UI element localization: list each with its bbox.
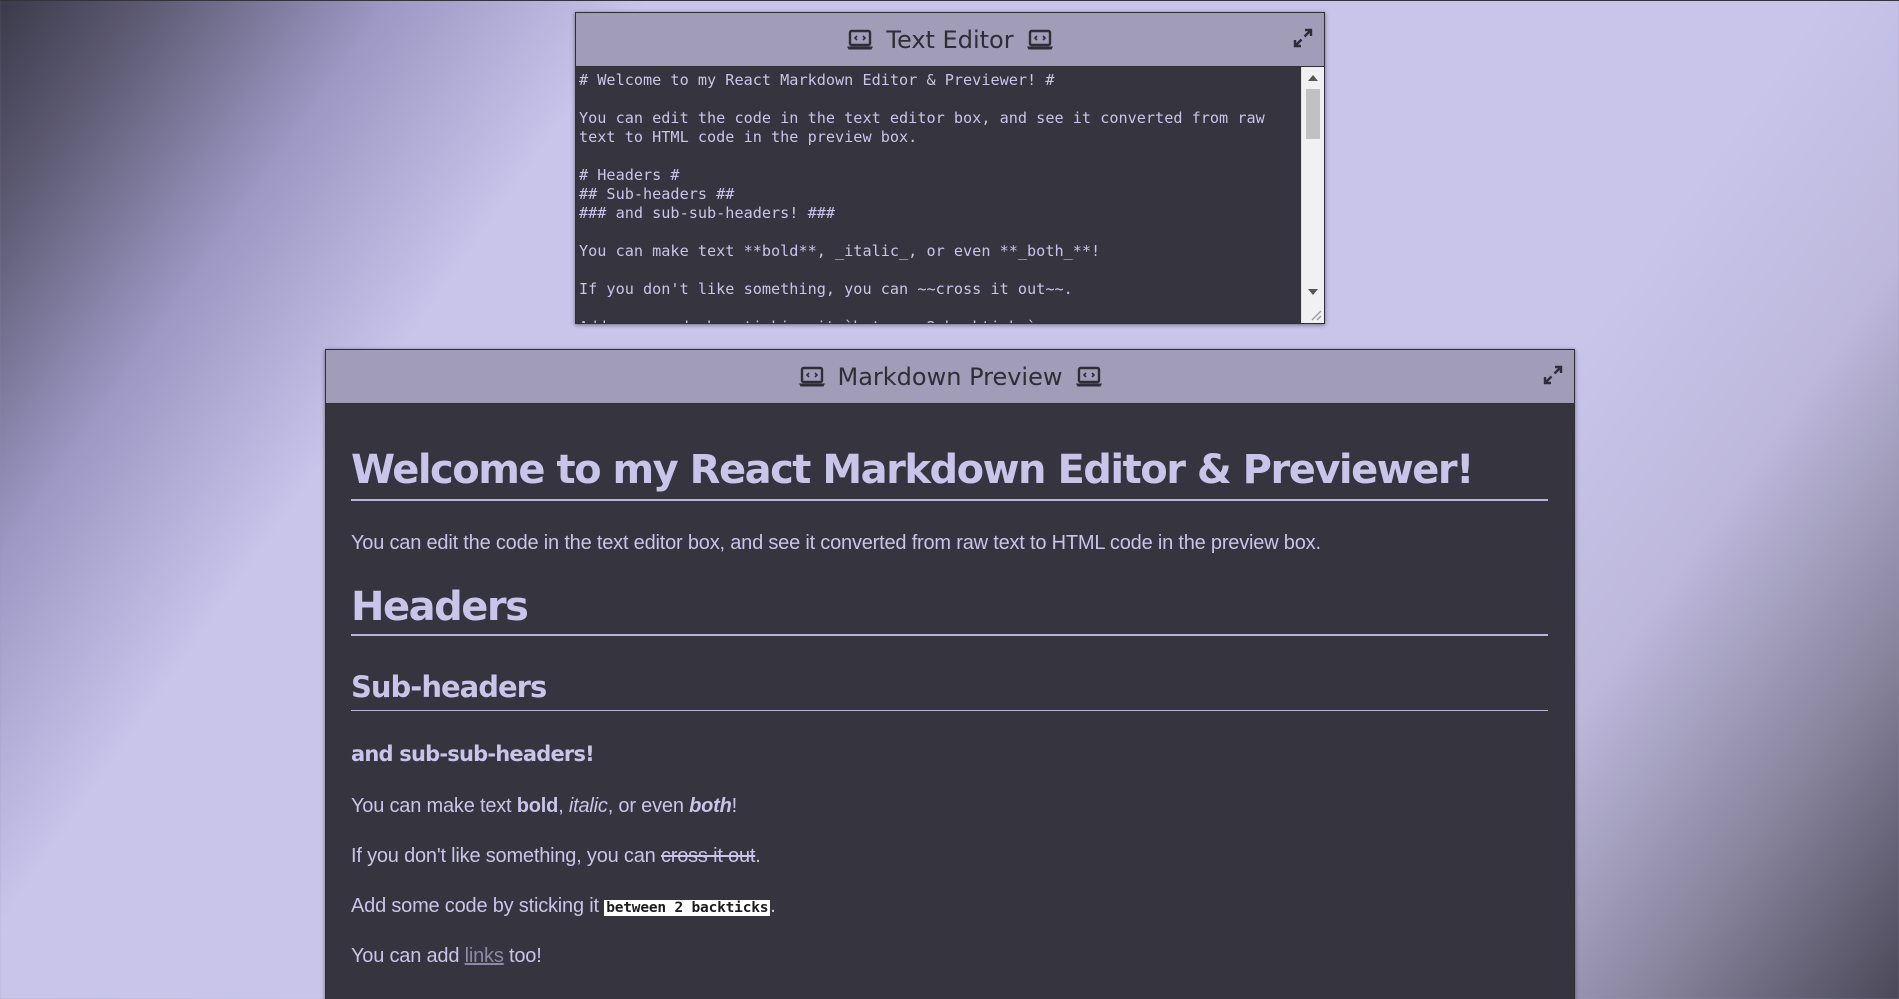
resize-grip-icon[interactable] <box>1308 307 1322 321</box>
text-fragment: Add some code by sticking it <box>351 895 605 917</box>
scroll-thumb[interactable] <box>1306 89 1320 139</box>
editor-textarea[interactable]: # Welcome to my React Markdown Editor & … <box>576 67 1302 323</box>
text-fragment: If you don't like something, you can <box>351 845 661 867</box>
text-fragment: ! <box>731 795 738 817</box>
text-fragment: , or even <box>607 795 690 817</box>
preview-link-line: You can add links too! <box>351 945 1548 968</box>
preview-heading-headers: Headers <box>351 555 1548 636</box>
text-fragment: , <box>558 795 569 817</box>
text-fragment: You can add <box>351 945 465 967</box>
preview-heading-subheaders: Sub-headers <box>351 670 1548 711</box>
preview-strike-line: If you don't like something, you can cro… <box>351 845 1548 868</box>
scroll-up-arrow-icon[interactable] <box>1308 75 1318 81</box>
editor-title: Text Editor <box>886 25 1014 54</box>
preview-intro: You can edit the code in the text editor… <box>351 532 1321 554</box>
bold-text: bold <box>516 795 559 817</box>
laptop-code-icon <box>1075 366 1102 386</box>
preview-heading-1: Welcome to my React Markdown Editor & Pr… <box>351 424 1548 501</box>
text-fragment: You can make text <box>351 795 517 817</box>
expand-icon[interactable] <box>1292 27 1314 49</box>
preview-heading-subsub: and sub-sub-headers! <box>351 742 595 766</box>
editor-body: # Welcome to my React Markdown Editor & … <box>576 67 1324 323</box>
preview-format-line: You can make text bold, italic, or even … <box>351 795 1548 818</box>
top-border <box>0 0 1899 1</box>
text-fragment: . <box>770 895 776 917</box>
scroll-down-arrow-icon[interactable] <box>1308 289 1318 295</box>
text-fragment: too! <box>503 945 542 967</box>
preview-title: Markdown Preview <box>837 362 1063 391</box>
laptop-code-icon <box>798 366 825 386</box>
italic-text: italic <box>568 795 608 817</box>
preview-panel: Markdown Preview Welcome to my React Mar… <box>325 349 1575 999</box>
expand-icon[interactable] <box>1542 364 1564 386</box>
editor-panel: Text Editor # Welcome to my React Markdo… <box>575 12 1325 324</box>
preview-code-line: Add some code by sticking it between 2 b… <box>351 895 1548 918</box>
laptop-code-icon <box>1026 29 1053 49</box>
bold-italic-text: both <box>689 795 732 817</box>
laptop-code-icon <box>847 29 874 49</box>
preview-link[interactable]: links <box>465 945 504 967</box>
editor-scrollbar[interactable] <box>1301 67 1324 323</box>
inline-code: between 2 backticks <box>604 900 771 916</box>
strikethrough-text: cross it out <box>660 845 756 867</box>
editor-header: Text Editor <box>576 13 1324 67</box>
preview-body: Welcome to my React Markdown Editor & Pr… <box>326 404 1574 968</box>
preview-header: Markdown Preview <box>326 350 1574 404</box>
text-fragment: . <box>755 845 761 867</box>
